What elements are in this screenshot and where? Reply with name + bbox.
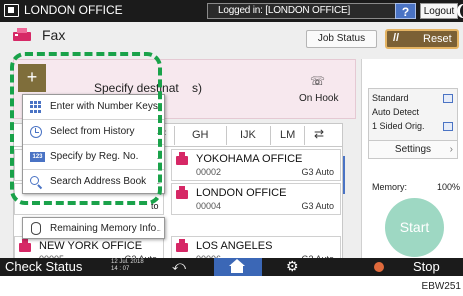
settings-button[interactable]: Settings › — [369, 140, 457, 158]
start-button[interactable]: Start — [385, 198, 444, 257]
list-item[interactable]: LONDON OFFICE 00004 G3 Auto — [171, 183, 341, 215]
remaining-memory-info-button[interactable]: Remaining Memory Info ... — [22, 217, 165, 239]
tab-divider — [226, 126, 227, 145]
home-screen-icon[interactable] — [4, 4, 19, 17]
stop-button[interactable]: Stop — [413, 259, 440, 274]
right-panel: Standard Auto Detect 1 Sided Orig. Setti… — [361, 59, 463, 259]
fax-destination-icon — [176, 239, 188, 252]
resolution-icon — [443, 94, 453, 103]
page-title: Fax — [42, 27, 66, 43]
reset-label: Reset — [423, 33, 452, 45]
login-status[interactable]: Logged in: [LONDON OFFICE] — [207, 3, 416, 19]
settings-label: Settings — [394, 144, 432, 155]
app-header: Fax Job Status // Reset — [0, 22, 463, 52]
destination-number: 00002 — [196, 167, 222, 177]
fax-app-icon — [13, 28, 31, 41]
memory-value: 100% — [437, 182, 461, 192]
destination-name: YOKOHAMA OFFICE — [196, 153, 303, 165]
more-icon: ... — [156, 224, 161, 233]
density-setting: Auto Detect — [372, 107, 420, 117]
fax-screen: LONDON OFFICE Logged in: [LONDON OFFICE]… — [0, 0, 463, 276]
phone-icon: ☏ — [310, 74, 326, 88]
login-status-text: Logged in: [LONDON OFFICE] — [218, 5, 351, 16]
callout-highlight — [10, 52, 162, 205]
original-setting: 1 Sided Orig. — [372, 121, 425, 131]
destination-name: NEW YORK OFFICE — [39, 240, 143, 252]
destination-name: LONDON OFFICE — [196, 187, 287, 199]
back-icon[interactable]: ⤺ — [172, 258, 186, 274]
destination-number: 00004 — [196, 201, 222, 211]
reset-button[interactable]: // Reset — [385, 29, 459, 49]
fax-destination-icon — [19, 239, 31, 252]
gear-icon[interactable]: ⚙ — [286, 258, 299, 275]
destination-name: LOS ANGELES — [196, 240, 273, 252]
tab-ijk[interactable]: IJK — [240, 129, 256, 141]
time-text: 14 : 07 — [111, 266, 130, 272]
logout-button[interactable]: Logout — [420, 3, 458, 19]
stop-icon — [374, 262, 384, 272]
remaining-memory-label: Remaining Memory Info — [50, 223, 157, 234]
chevron-right-icon: › — [449, 144, 453, 155]
reset-icon: // — [393, 32, 400, 44]
figure-code: EBW251 — [421, 281, 461, 292]
destination-prompt-tail: s) — [192, 81, 202, 95]
tab-gh[interactable]: GH — [192, 129, 209, 141]
destination-mode: G3 Auto — [301, 201, 334, 211]
sided-original-icon — [443, 122, 453, 131]
tab-lm[interactable]: LM — [280, 129, 295, 141]
memory-icon — [31, 222, 41, 235]
tab-divider — [304, 126, 305, 145]
settings-summary: Standard Auto Detect 1 Sided Orig. Setti… — [368, 88, 458, 159]
swap-view-icon[interactable]: ⇄ — [314, 127, 324, 141]
home-icon[interactable] — [214, 258, 262, 276]
on-hook-button[interactable]: On Hook — [299, 93, 338, 104]
destination-mode: G3 Auto — [301, 167, 334, 177]
fax-destination-icon — [176, 186, 188, 199]
tab-divider — [174, 126, 175, 145]
job-status-button[interactable]: Job Status — [306, 30, 377, 48]
list-scrollbar[interactable] — [343, 156, 345, 194]
date-text: 12 Jul. 2018 — [111, 259, 144, 265]
list-item[interactable]: YOKOHAMA OFFICE 00002 G3 Auto — [171, 149, 341, 181]
help-button[interactable]: ? — [395, 3, 416, 19]
office-name: LONDON OFFICE — [24, 3, 123, 17]
resolution-setting: Standard — [372, 93, 409, 103]
bottom-bar: Check Status 12 Jul. 2018 14 : 07 ⤺ ⚙ St… — [0, 258, 463, 276]
memory-label: Memory: — [372, 182, 408, 192]
tab-divider — [270, 126, 271, 145]
fax-destination-icon — [176, 152, 188, 165]
top-bar: LONDON OFFICE Logged in: [LONDON OFFICE]… — [0, 0, 463, 22]
date-time: 12 Jul. 2018 14 : 07 — [111, 259, 144, 273]
check-status-button[interactable]: Check Status — [5, 259, 82, 274]
